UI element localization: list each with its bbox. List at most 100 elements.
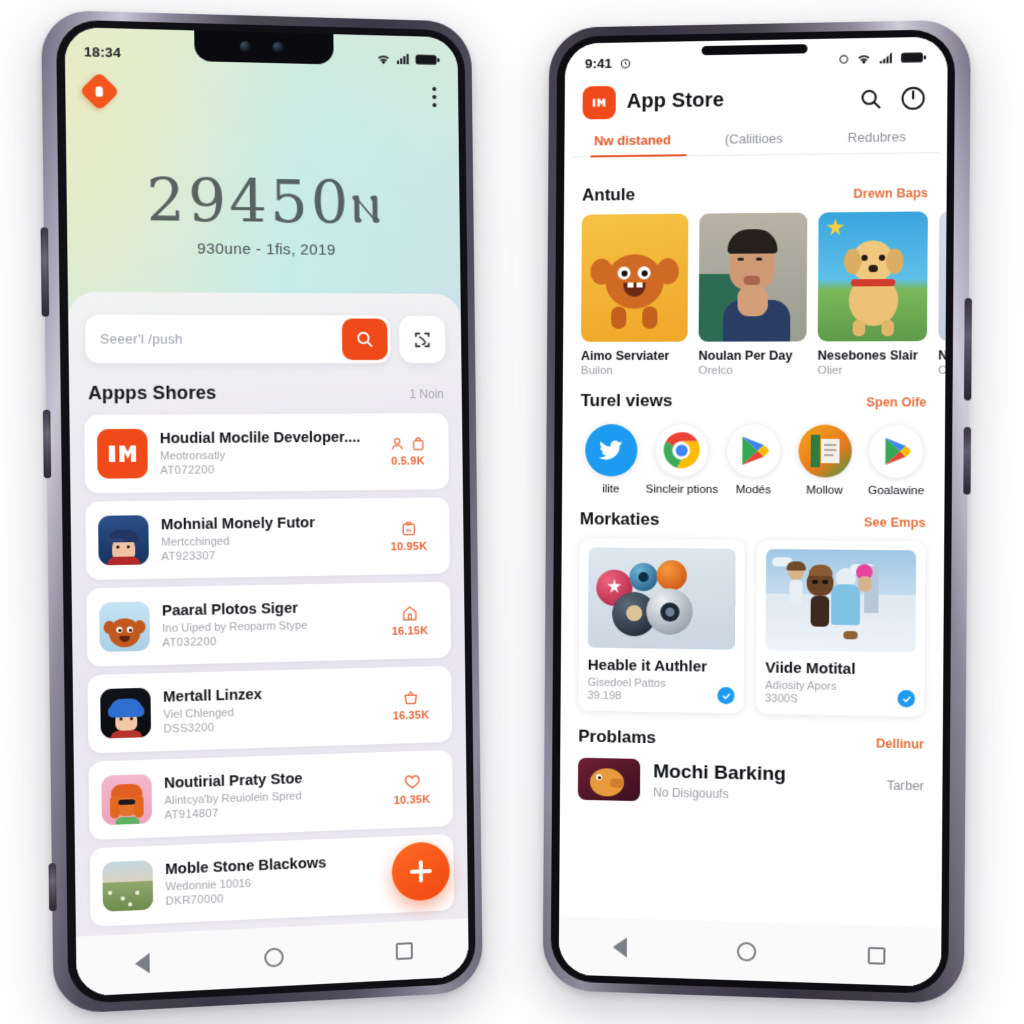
nav-back-icon[interactable] [613, 937, 628, 958]
nav-home-icon[interactable] [736, 941, 757, 962]
nav-back-icon[interactable] [134, 952, 150, 975]
card-subtitle: Orelco [698, 364, 733, 377]
basket-icon [402, 688, 420, 707]
meadow-art [102, 860, 154, 912]
store-content: Antule Drewn Baps Aimo Serviater Builon … [559, 167, 947, 927]
app-icon [101, 773, 153, 826]
check-glyph [901, 694, 911, 704]
section-header-antule: Antule Drewn Baps [564, 167, 947, 214]
app-icon [577, 757, 641, 802]
tab-categories[interactable]: (Caliitioes [693, 130, 815, 156]
orange-tile-art [798, 425, 852, 478]
nav-home-icon[interactable] [264, 946, 284, 968]
card-thumbnail [581, 213, 689, 342]
app-metrics: 10.35K [383, 771, 441, 807]
section-header-turel-views: Turel views Spen Oife [563, 377, 946, 421]
nav-recents-icon[interactable] [867, 946, 886, 965]
scan-button[interactable] [399, 315, 446, 364]
metric-icons [382, 688, 440, 708]
card-subtitle: Olier [817, 364, 843, 377]
notch [194, 30, 334, 65]
nav-recents-icon[interactable] [396, 941, 414, 960]
list-item[interactable]: Paaral Plotos Siger Ino Uiped by Reoparm… [86, 581, 452, 667]
app-code: AT923307 [161, 549, 216, 563]
mi-logo-icon [582, 85, 616, 120]
featured-carousel[interactable]: Aimo Serviater Builon Noulan Per Day Ore… [563, 210, 947, 377]
search-button[interactable] [855, 83, 886, 114]
card-meta-row: Gisedoel Pattos 39.198 [588, 677, 735, 705]
card-meta-row: Adiosity Apors 3300S [765, 680, 916, 708]
carousel-card[interactable]: Aimo Serviater Builon [580, 213, 689, 377]
dark-creature-art [578, 758, 640, 802]
status-indicators [838, 51, 927, 66]
spheres-art [588, 547, 736, 649]
man-portrait-art [698, 213, 808, 342]
list-item[interactable]: Noutirial Praty Stoe Alintcya'by Reuiole… [88, 749, 454, 841]
mi-logo-icon [108, 445, 137, 463]
app-label: ilite [602, 483, 620, 496]
scan-icon [411, 328, 433, 350]
quick-app[interactable]: ilite [576, 424, 646, 496]
front-camera-secondary-icon [272, 41, 284, 54]
apps-section-title: Appps Shores [87, 382, 217, 404]
card-subtitle: Builon [580, 364, 613, 377]
section-header-problams: Problams Dellinur [560, 710, 943, 763]
quick-app[interactable]: Sincleir ptions [646, 424, 719, 496]
app-text: Houdial Moclile Developer.... Meotronsat… [160, 429, 367, 476]
carousel-card[interactable]: Naom N Chelin [938, 210, 947, 377]
app-icon-circle [584, 424, 638, 477]
right-phone-device: 9:41 App Store Nw distaned (Caliitioes R… [542, 19, 972, 1005]
account-button[interactable] [898, 82, 929, 113]
card-title: Viide Motital [765, 659, 856, 678]
list-item[interactable]: Mohnial Monely Futor Mertcchinged AT9233… [85, 497, 451, 580]
app-count: 16.35K [392, 708, 430, 723]
card-thumbnail [698, 212, 808, 342]
section-action[interactable]: Dellinur [876, 736, 924, 751]
status-left: 9:41 [585, 55, 632, 71]
carousel-card[interactable]: Noulan Per Day Orelco [698, 212, 808, 377]
house-icon [401, 604, 419, 622]
item-action[interactable]: Taгber [887, 778, 924, 793]
boy-avatar-art [98, 515, 149, 566]
kebab-menu-icon[interactable] [432, 86, 437, 108]
app-metrics: 0.5.9K [379, 435, 437, 468]
section-action[interactable]: Drewn Baps [853, 186, 928, 201]
search-placeholder: Seeer'l /push [99, 331, 183, 347]
right-phone-power-button[interactable] [963, 427, 972, 495]
search-input[interactable]: Seeer'l /push [85, 314, 391, 364]
grid-card[interactable]: Viide Motital Adiosity Apors 3300S [755, 539, 926, 717]
tab-rankings[interactable]: Redubres [815, 129, 939, 155]
search-icon [355, 330, 374, 349]
left-phone-volume-down-button[interactable] [42, 409, 52, 479]
app-icon [102, 860, 154, 912]
grid-card[interactable]: Heable it Authler Gisedoel Pattos 39.198 [578, 538, 745, 714]
card-thumbnail [817, 211, 928, 342]
app-icon [98, 515, 149, 566]
search-button[interactable] [341, 318, 388, 361]
section-action[interactable]: See Emps [864, 515, 926, 530]
app-metrics: 16.15K [381, 603, 439, 637]
right-phone-volume-button[interactable] [963, 298, 972, 401]
problems-row[interactable]: Mochi Barking No Disigouufs Taгber [560, 755, 943, 808]
dual-phone-mockup: 18:34 29450ⲛ 930une - 1ﬁs, 2019 Seeer'l … [0, 0, 1024, 1024]
app-name: Houdial Moclile Developer.... [159, 429, 361, 447]
app-name: Mertall Linzex [162, 686, 263, 706]
card-title: Heable it Authler [587, 656, 708, 676]
quick-app[interactable]: Mollow [789, 424, 861, 497]
left-phone-power-button[interactable] [48, 863, 57, 912]
mi-glyph [592, 98, 606, 107]
section-action[interactable]: Spen Oife [866, 395, 926, 409]
list-item[interactable]: Houdial Moclile Developer.... Meotronsat… [84, 413, 450, 494]
carousel-card[interactable]: Nesebones Slair Olier [817, 211, 928, 377]
app-label: Goalawine [867, 484, 925, 498]
card-code: 39.198 [587, 689, 622, 703]
curly-person-art [938, 210, 947, 341]
left-phone-volume-up-button[interactable] [40, 227, 50, 317]
app-label: Modés [735, 484, 771, 497]
puppy-art [818, 211, 928, 341]
quick-app[interactable]: Modés [718, 424, 789, 496]
app-code: AT032200 [162, 635, 217, 649]
list-item[interactable]: Mertall Linzex Viel Chlenged DSS3200 16.… [87, 665, 453, 754]
quick-app[interactable]: Goalawine [860, 424, 932, 498]
front-camera-icon [239, 40, 252, 53]
